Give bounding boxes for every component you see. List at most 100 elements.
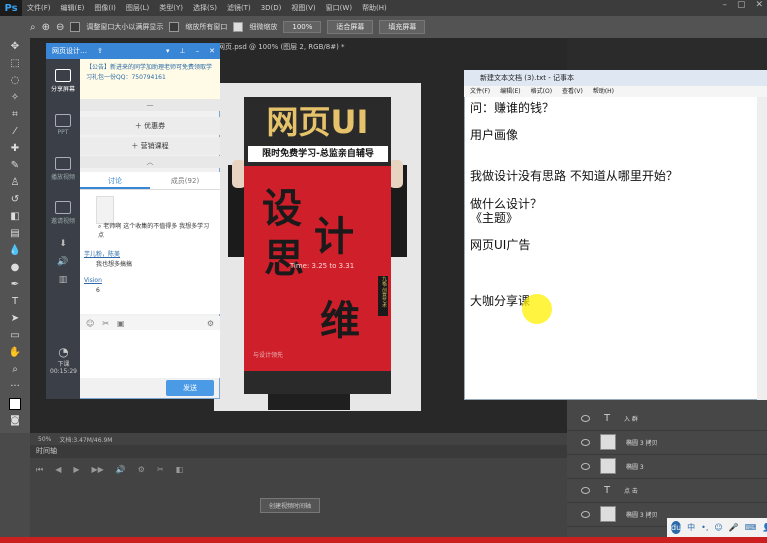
fit-screen-button[interactable]: 适合屏幕 [327,20,374,34]
prev-frame-icon[interactable]: ◀ [55,465,61,475]
menu-layer[interactable]: 图层(L) [121,3,154,13]
path-select-icon[interactable]: ➤ [0,310,30,327]
keyboard-icon[interactable]: ⌨ [745,523,757,532]
message-user[interactable]: Vision [84,276,214,286]
emoji-icon[interactable]: ☺ [86,319,94,328]
scissors-icon[interactable]: ✂ [102,319,109,328]
ime-logo-icon[interactable]: du [671,521,682,534]
menu-3d[interactable]: 3D(D) [256,4,287,12]
audio-icon[interactable]: 🔊 [116,465,126,475]
notepad-line[interactable]: 用户画像 [470,126,518,143]
notepad-menu-edit[interactable]: 编辑(E) [500,86,520,97]
coupon-link[interactable]: ＋ 优惠券 [80,117,220,135]
emoji-icon[interactable]: ☺ [714,523,722,532]
chat-input[interactable] [80,330,220,378]
magic-wand-icon[interactable]: ✧ [0,89,30,106]
notepad-menu-format[interactable]: 格式(O) [531,86,552,97]
notepad-menu-view[interactable]: 查看(V) [562,86,583,97]
user-icon[interactable]: 👤 [762,523,767,532]
notepad-line[interactable]: 问：赚谁的钱？ [470,99,554,116]
zoom-in-icon[interactable]: ⊕ [42,22,50,33]
color-swatch-icon[interactable] [0,395,30,412]
lasso-tool-icon[interactable]: ◌ [0,72,30,89]
layer-row[interactable]: 椭圆 3 [567,454,767,479]
menu-view[interactable]: 视图(V) [286,3,320,13]
tab-discuss[interactable]: 讨论 [80,172,150,189]
menu-window[interactable]: 窗口(W) [321,3,357,13]
status-zoom[interactable]: 50% [38,436,51,443]
eyedropper-icon[interactable]: ⁄ [0,123,30,140]
menu-image[interactable]: 图像(I) [89,3,121,13]
layer-row[interactable]: 椭圆 3 拷贝 [567,430,767,455]
expand-toggle-icon[interactable]: ︿ [80,156,220,168]
menu-filter[interactable]: 滤镜(T) [222,3,256,13]
menu-select[interactable]: 选择(S) [188,3,222,13]
healing-brush-icon[interactable]: ✚ [0,140,30,157]
move-tool-icon[interactable]: ✥ [0,38,30,55]
message-list[interactable]: ⌕ 老师啊 这个收集的不值得多 我想多学习点 芋儿粉，陈美 我也想多搞搞 Vis… [80,190,220,314]
layer-row[interactable]: T 点 击 [567,478,767,503]
transition-icon[interactable]: ◧ [176,465,184,475]
image-icon[interactable]: ▣ [117,319,125,328]
gradient-tool-icon[interactable]: ▤ [0,225,30,242]
brush-tool-icon[interactable]: ✎ [0,157,30,174]
eye-icon[interactable] [581,438,590,446]
scrubby-zoom-checkbox[interactable] [233,22,244,32]
ppt-button[interactable]: PPT [46,103,80,147]
send-button[interactable]: 发送 [166,380,214,396]
play-icon[interactable]: ▶ [73,465,79,475]
notepad-scrollbar[interactable] [757,97,767,400]
menu-edit[interactable]: 编辑(E) [56,3,90,13]
speaker-button[interactable]: 🔊 [46,253,80,271]
notepad-line[interactable]: 《主题》 [470,209,518,226]
notepad-line[interactable]: 网页UI广告 [470,236,530,253]
next-frame-icon[interactable]: ▶▶ [92,465,104,475]
eye-icon[interactable] [581,486,590,494]
notepad-menu-help[interactable]: 帮助(H) [593,86,614,97]
menu-file[interactable]: 文件(F) [22,3,56,13]
marquee-tool-icon[interactable]: ⬚ [0,55,30,72]
blur-tool-icon[interactable]: 💧 [0,242,30,259]
dodge-tool-icon[interactable]: ● [0,259,30,276]
mic-icon[interactable]: 🎤 [729,523,739,532]
zoom-all-checkbox[interactable] [169,22,180,32]
notepad-menu-file[interactable]: 文件(F) [470,86,490,97]
minimize-icon[interactable]: – [722,0,727,10]
pen-tool-icon[interactable]: ✒ [0,276,30,293]
hand-tool-icon[interactable]: ✋ [0,344,30,361]
notepad-line[interactable]: 大咖分享课 [470,292,530,309]
settings-icon[interactable]: ⚙ [138,465,145,475]
chat-minimize-icon[interactable]: – [196,47,200,55]
chat-close-icon[interactable]: ✕ [209,47,220,55]
eye-icon[interactable] [581,414,590,422]
more-tools-icon[interactable]: ··· [0,378,30,395]
maximize-icon[interactable]: ▢ [737,0,746,10]
chat-menu-icon[interactable]: ▾ [166,47,170,55]
zoom-tool-icon[interactable]: ⌕ [0,361,30,378]
chat-share-icon[interactable]: ⇪ [97,47,103,55]
shape-tool-icon[interactable]: ▭ [0,327,30,344]
menu-type[interactable]: 类型(Y) [154,3,188,13]
split-icon[interactable]: ✂ [157,465,164,475]
clone-stamp-icon[interactable]: ♙ [0,174,30,191]
mic-button[interactable]: ⬇ [46,235,80,253]
tab-members[interactable]: 成员(92) [150,172,220,189]
eye-icon[interactable] [581,510,590,518]
document-tab[interactable]: 网页.psd @ 100% (图层 2, RGB/8#) * [218,42,378,54]
notepad-line[interactable]: 我做设计没有思路 不知道从哪里开始？ [470,167,678,184]
share-screen-button[interactable]: 分享屏幕 [46,59,80,103]
message-user[interactable]: 芋儿粉，陈美 [84,250,214,260]
type-tool-icon[interactable]: T [0,293,30,310]
resize-windows-checkbox[interactable] [70,22,81,32]
crop-tool-icon[interactable]: ⌗ [0,106,30,123]
zoom-out-icon[interactable]: ⊖ [56,22,64,33]
stats-button[interactable]: ▥ [46,271,80,289]
layer-row[interactable]: T 入 群 [567,406,767,431]
zoom-100-button[interactable]: 100% [283,21,322,33]
create-video-timeline-button[interactable]: 创建视频时间轴 [260,498,321,513]
collapse-toggle[interactable]: — [80,99,220,111]
history-brush-icon[interactable]: ↺ [0,191,30,208]
invite-video-button[interactable]: 邀请视频 [46,191,80,235]
fill-screen-button[interactable]: 填充屏幕 [379,20,426,34]
close-icon[interactable]: ✕ [755,0,763,10]
